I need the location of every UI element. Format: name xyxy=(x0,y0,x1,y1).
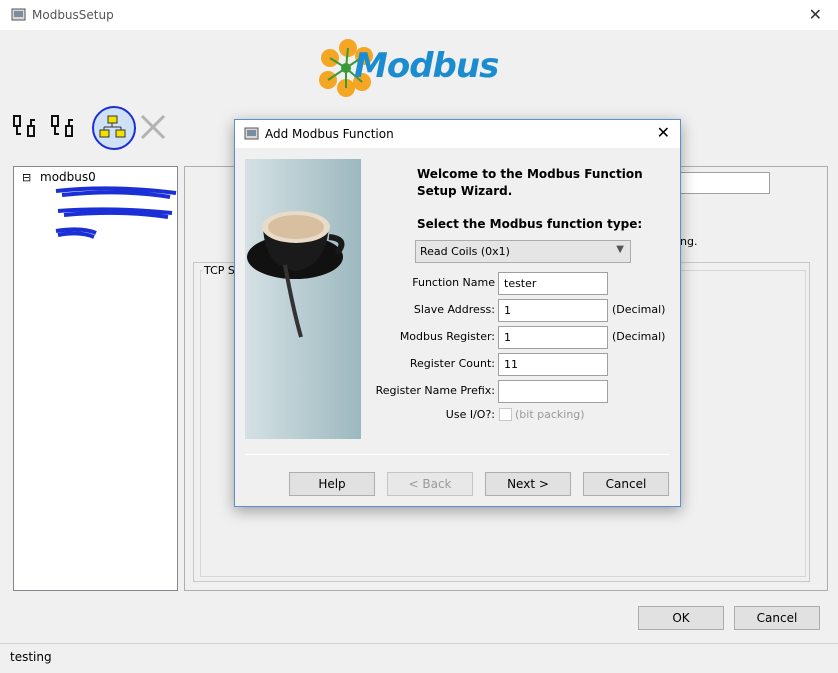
back-button[interactable]: < Back xyxy=(387,472,473,496)
register-count-input[interactable]: 11 xyxy=(498,353,608,376)
modbus-register-unit: (Decimal) xyxy=(612,330,666,343)
redacted-scribble xyxy=(55,186,177,239)
next-button[interactable]: Next > xyxy=(485,472,571,496)
help-button[interactable]: Help xyxy=(289,472,375,496)
bit-packing-hint: (bit packing) xyxy=(515,408,585,421)
tree-root-modbus0[interactable]: modbus0 xyxy=(40,170,96,184)
modbus-logo: Modbus xyxy=(318,38,528,100)
dialog-title-bar: Add Modbus Function ✕ xyxy=(235,120,680,148)
slave-address-label: Slave Address: xyxy=(413,303,495,316)
coffee-cup-image xyxy=(245,159,361,439)
dialog-title: Add Modbus Function xyxy=(265,127,394,141)
status-text: testing xyxy=(10,650,52,664)
modbus-register-input[interactable]: 1 xyxy=(498,326,608,349)
chevron-down-icon: ▼ xyxy=(616,244,624,255)
register-prefix-input[interactable] xyxy=(498,380,608,403)
window-title: ModbusSetup xyxy=(32,8,114,22)
tcp-group-label: TCP S xyxy=(203,264,236,277)
function-name-label: Function Name xyxy=(412,276,495,289)
use-io-label: Use I/O?: xyxy=(445,408,495,421)
dialog-close-icon[interactable]: ✕ xyxy=(657,123,670,142)
delete-network-icon[interactable] xyxy=(138,112,170,144)
slave-address-unit: (Decimal) xyxy=(612,303,666,316)
cancel-button[interactable]: Cancel xyxy=(734,606,820,630)
network-icon[interactable] xyxy=(92,106,136,150)
coffee-cup-icon xyxy=(247,211,345,338)
window-title-bar: ModbusSetup ✕ xyxy=(0,0,838,30)
app-icon xyxy=(11,8,26,21)
settings-field[interactable] xyxy=(672,172,770,194)
register-count-label: Register Count: xyxy=(409,357,495,370)
status-bar: testing xyxy=(0,643,838,673)
logo-text: Modbus xyxy=(354,46,499,86)
modbus-register-label: Modbus Register: xyxy=(399,330,495,343)
ok-button[interactable]: OK xyxy=(638,606,724,630)
function-name-input[interactable]: tester xyxy=(498,272,608,295)
use-io-checkbox[interactable] xyxy=(499,408,512,421)
dialog-app-icon xyxy=(244,127,259,140)
function-type-select[interactable]: Read Coils (0x1) ▼ xyxy=(415,240,631,263)
slave-address-input[interactable]: 1 xyxy=(498,299,608,322)
dialog-cancel-button[interactable]: Cancel xyxy=(583,472,669,496)
wizard-welcome-text: Welcome to the Modbus Function Setup Wiz… xyxy=(417,167,643,198)
connect-serial-icon[interactable] xyxy=(10,112,42,144)
function-type-value: Read Coils (0x1) xyxy=(420,245,510,258)
close-window-icon[interactable]: ✕ xyxy=(809,5,822,24)
add-modbus-function-dialog: Add Modbus Function ✕ Welcome to the Mod… xyxy=(234,119,681,507)
device-tree[interactable]: ⊟ modbus0 xyxy=(13,166,178,591)
dialog-separator xyxy=(245,454,669,455)
settings-text: ng. xyxy=(680,235,698,248)
connect-serial-alt-icon[interactable] xyxy=(48,112,80,144)
tree-expander-icon[interactable]: ⊟ xyxy=(22,171,31,184)
function-type-label: Select the Modbus function type: xyxy=(417,217,643,231)
register-prefix-label: Register Name Prefix: xyxy=(375,384,495,397)
